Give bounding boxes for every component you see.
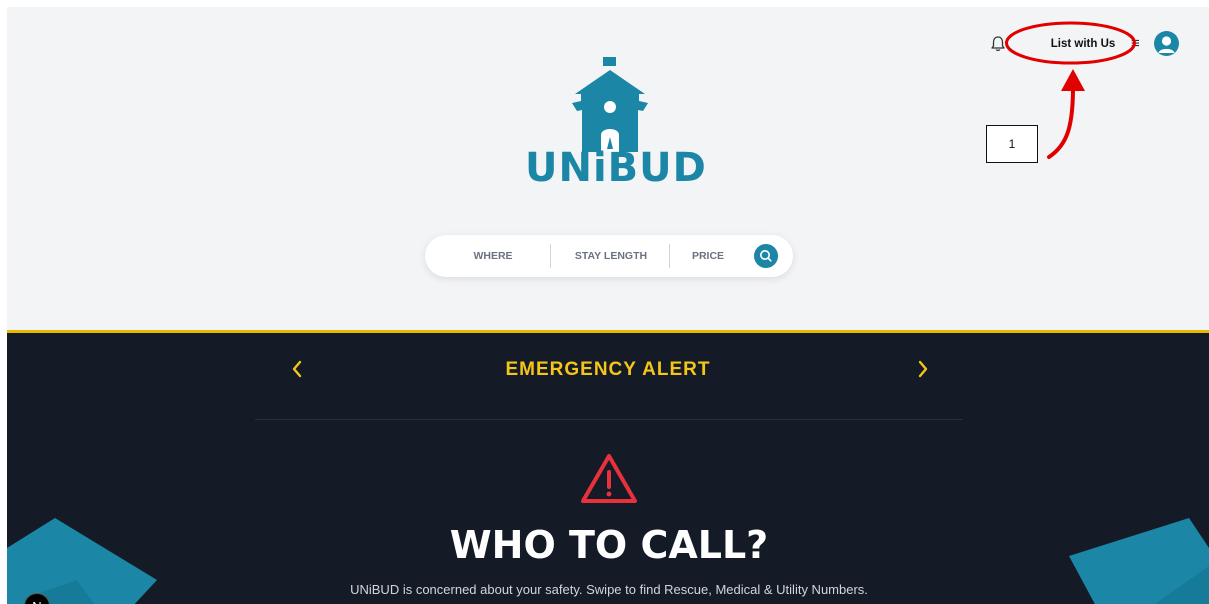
hero-section: List with Us ≡ UNiBUD WHERE STAY LENGTH … [7,7,1209,330]
chevron-left-icon[interactable] [290,359,304,379]
divider [550,244,551,268]
emergency-headline: WHO TO CALL? [449,523,769,567]
divider [255,419,963,420]
annotation-step-label: 1 [986,125,1038,163]
divider [669,244,670,268]
price-field[interactable]: PRICE [683,235,733,277]
decorative-shape [7,518,157,604]
search-button[interactable] [754,244,778,268]
decorative-shape [1069,518,1209,604]
emergency-description: UNiBUD is concerned about your safety. S… [350,582,868,597]
page-frame: List with Us ≡ UNiBUD WHERE STAY LENGTH … [7,7,1209,604]
warning-triangle-icon [581,454,637,503]
emergency-alert-section: EMERGENCY ALERT WHO TO CALL? UNiBUD is c… [7,330,1209,604]
user-avatar-icon[interactable] [1154,31,1179,56]
chevron-right-icon[interactable] [916,359,930,379]
search-icon [760,250,772,262]
search-bar: WHERE STAY LENGTH PRICE [425,235,793,277]
emergency-alert-title: EMERGENCY ALERT [505,359,711,380]
where-field[interactable]: WHERE [445,235,541,277]
annotation-arrow [1047,69,1085,159]
logo-wordmark: UNiBUD [525,145,707,191]
stay-length-field[interactable]: STAY LENGTH [565,235,657,277]
